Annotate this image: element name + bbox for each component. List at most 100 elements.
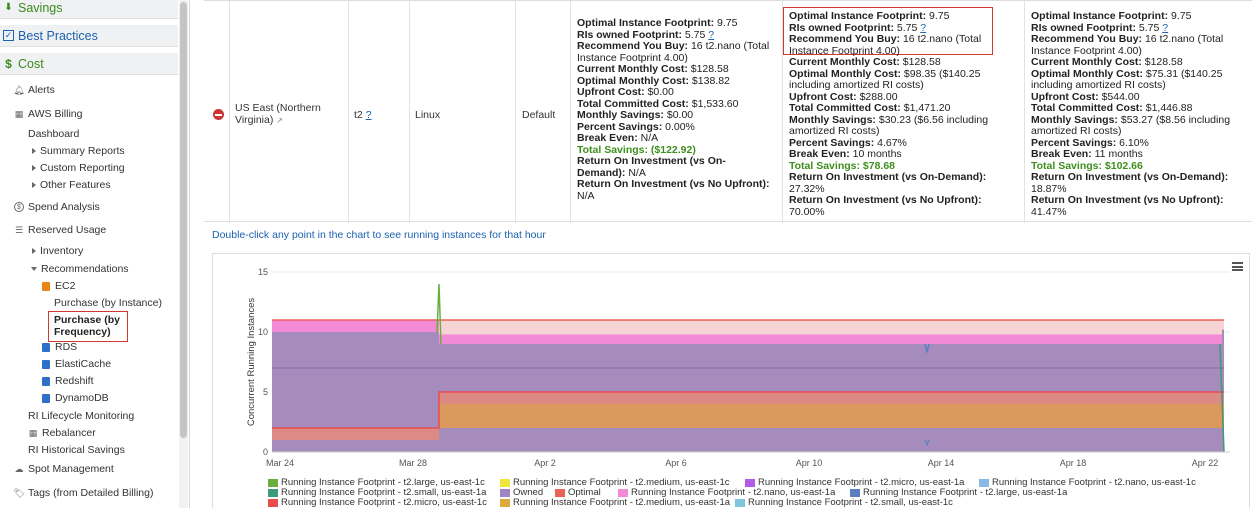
value: $0.00 [666,109,694,121]
nav-summary-reports[interactable]: Summary Reports [32,143,125,159]
label: Upfront Cost: [577,86,645,98]
nav-dashboard[interactable]: Dashboard [28,126,79,142]
legend-swatch [268,498,278,507]
nav-ri-historical-label: RI Historical Savings [28,444,125,456]
nav-other-features-label: Other Features [40,179,111,191]
caret-down-icon [31,267,37,271]
label: Monthly Savings: [789,113,876,126]
nav-ri-lifecycle[interactable]: RI Lifecycle Monitoring [28,408,134,424]
legend-item[interactable]: Running Instance Footprint - t2.small, u… [735,497,953,508]
nav-inventory[interactable]: Inventory [32,243,83,259]
value: 4.67% [877,136,907,149]
nav-purchase-by-instance[interactable]: Purchase (by Instance) [54,295,162,311]
label: Current Monthly Cost: [577,63,688,75]
chart-panel[interactable] [212,253,1250,508]
legend-swatch [618,488,628,497]
value: $544.00 [1101,90,1140,103]
value: $102.66 [1104,159,1143,172]
nav-cost[interactable]: $ Cost [0,53,178,75]
label: Current Monthly Cost: [1031,56,1142,68]
rec-roi-noupfront: Return On Investment (vs No Upfront): [577,178,782,191]
value: $1,471.20 [903,102,951,114]
label: RIs owned Footprint: [1031,21,1136,34]
value: $138.82 [691,74,730,87]
rec-roi-noupfront: Return On Investment (vs No Upfront): [789,194,1022,207]
nav-elasticache[interactable]: ElastiCache [42,356,111,372]
label: Return On Investment (vs On-Demand): [1031,171,1229,183]
rec-roi-noupfront-value: 41.47% [1031,205,1067,218]
help-link[interactable]: ? [1162,22,1168,34]
legend-item[interactable]: Running Instance Footprint - t2.medium, … [500,497,730,508]
nav-ec2[interactable]: EC2 [42,278,75,294]
bell-icon: 🔔︎ [13,84,25,95]
legend-item[interactable]: Running Instance Footprint - t2.micro, u… [268,497,487,508]
label: Return On Investment (vs On- [577,155,726,167]
label: Current Monthly Cost: [789,56,900,68]
help-link[interactable]: ? [708,29,714,41]
label: Optimal Monthly Cost: [1031,67,1143,80]
value: $75.31 ($140.25 [1145,67,1223,80]
region-cell: US East (Northern Virginia) ↗ [235,102,321,126]
nav-tags[interactable]: 🏷︎ Tags (from Detailed Billing) [13,485,153,501]
value: 16 t2.nano (Total [690,40,770,52]
nav-reserved-usage-label: Reserved Usage [28,224,107,236]
value: N/A [640,132,659,144]
rec-column-all-upfront: Optimal Instance Footprint: 9.75 RIs own… [1031,10,1251,218]
value: 6.10% [1119,136,1149,149]
label: Optimal Instance Footprint: [789,10,927,22]
remove-row-icon[interactable] [213,109,224,120]
nav-purchase-by-frequency-line1: Purchase (by [54,314,120,326]
family-value: t2 [354,109,363,121]
nav-rds[interactable]: RDS [42,339,77,355]
nav-redshift[interactable]: Redshift [42,373,94,389]
legend-label: Running Instance Footprint - t2.micro, u… [281,497,487,508]
nav-savings[interactable]: ⬇ Savings [0,0,178,19]
nav-best-practices[interactable]: ✓ Best Practices [0,25,178,47]
sidebar-scroll-thumb[interactable] [180,2,187,438]
rec-roi-ondemand: Return On Investment (vs On-Demand): [1031,171,1251,184]
nav-spot-management-label: Spot Management [28,463,114,475]
legend-swatch [745,478,755,487]
nav-ri-historical[interactable]: RI Historical Savings [28,442,125,458]
value: 5.75 [684,28,706,41]
nav-other-features[interactable]: Other Features [32,177,111,193]
value: $53.27 ($8.56 including [1120,113,1231,126]
nav-custom-reporting[interactable]: Custom Reporting [32,160,125,176]
nav-alerts[interactable]: 🔔︎ Alerts [13,82,55,98]
nav-purchase-by-frequency[interactable]: Purchase (by Frequency) [54,314,120,338]
nav-aws-billing[interactable]: ▦ AWS Billing [14,106,83,122]
label: Percent Savings: [577,120,663,133]
sidebar-scrollbar[interactable] [179,0,188,508]
legend-swatch [735,498,745,507]
label: Total Committed Cost: [789,102,901,114]
label: Recommend You Buy: [1031,33,1143,45]
hamburger-menu-icon[interactable] [1232,262,1243,271]
value: 9.75 [929,10,950,22]
label: Optimal Monthly Cost: [577,74,689,87]
ec2-icon [42,281,50,291]
value: ($122.92) [650,143,696,156]
label: Recommend You Buy: [789,33,901,45]
value: 5.75 [1138,21,1160,34]
nav-purchase-by-instance-label: Purchase (by Instance) [54,297,162,309]
nav-recommendations[interactable]: Recommendations [31,261,129,277]
rec-buy: Recommend You Buy: 16 t2.nano (Total [1031,33,1251,46]
label: Upfront Cost: [789,90,857,103]
family-help-link[interactable]: ? [366,109,372,121]
redshift-icon [42,376,50,386]
tenancy-cell: Default [522,109,556,121]
legend-label: Running Instance Footprint - t2.medium, … [513,497,731,508]
label: Total Savings: [577,143,648,156]
nav-rebalancer[interactable]: ▦ Rebalancer [28,425,96,441]
nav-reserved-usage[interactable]: ☰ Reserved Usage [14,222,106,238]
rec-roi-ondemand: Return On Investment (vs On-Demand): [789,171,1022,184]
label: Percent Savings: [789,136,875,149]
help-link[interactable]: ? [920,22,926,34]
external-link-icon[interactable]: ↗ [276,116,283,125]
nav-cost-label: Cost [18,56,44,71]
nav-spot-management[interactable]: ☁ Spot Management [14,461,114,477]
nav-dynamodb[interactable]: DynamoDB [42,390,109,406]
nav-spend-analysis[interactable]: $ Spend Analysis [14,199,100,215]
cloud-icon: ☁ [14,463,24,474]
value: $0.00 [647,86,674,98]
